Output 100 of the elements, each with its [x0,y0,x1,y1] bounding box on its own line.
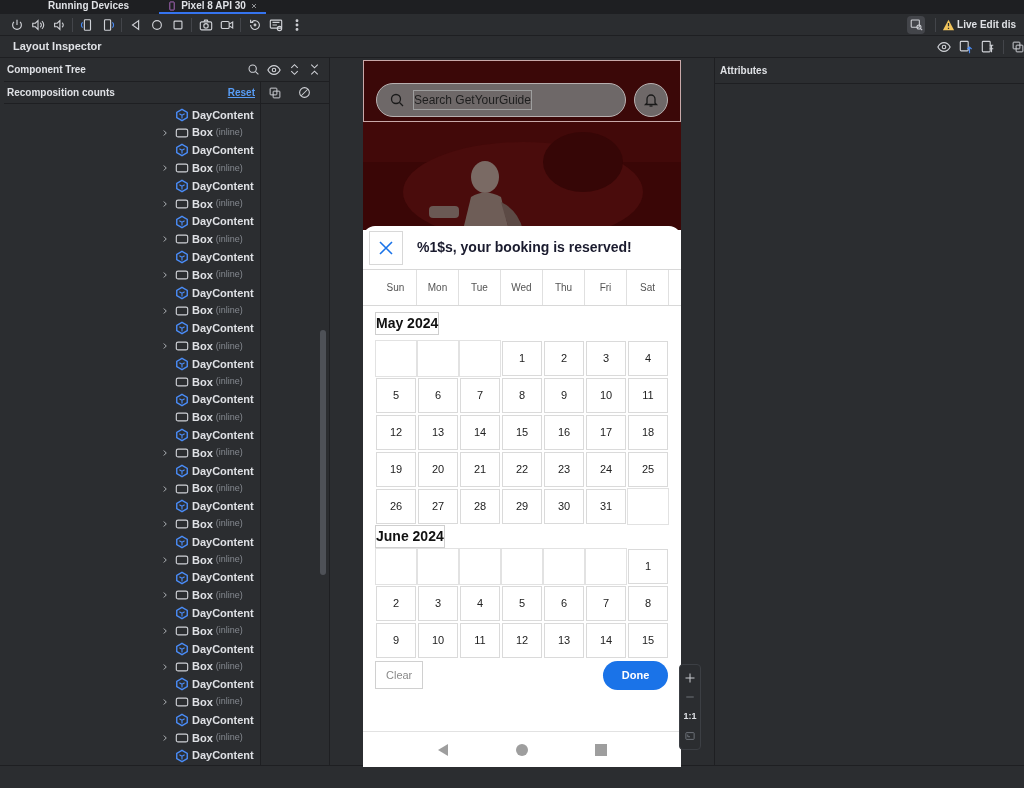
day-cell[interactable]: 11 [628,378,668,413]
zoom-in-icon[interactable] [684,671,696,684]
day-cell[interactable]: 25 [628,452,668,487]
day-cell[interactable]: 13 [544,623,584,658]
day-cell[interactable]: 6 [418,378,458,413]
day-cell[interactable]: 14 [460,415,500,450]
node-detail: (inline) [215,339,243,353]
day-cell[interactable]: 16 [544,415,584,450]
day-cell[interactable]: 20 [418,452,458,487]
power-icon[interactable] [9,17,24,32]
compose-icon [175,570,189,585]
home-icon[interactable] [149,17,164,32]
empty-day-cell [627,488,669,525]
day-cell[interactable]: 5 [376,378,416,413]
reset-link[interactable]: Reset [227,85,255,100]
nav-back-icon[interactable] [436,743,449,756]
scrollbar[interactable] [320,330,326,575]
day-cell[interactable]: 23 [544,452,584,487]
day-cell[interactable]: 11 [460,623,500,658]
day-cell[interactable]: 3 [586,341,626,376]
day-cell[interactable]: 31 [586,489,626,524]
eye-icon[interactable] [267,62,281,77]
layers-upload-icon[interactable] [959,39,973,54]
node-label: DayContent [192,143,254,159]
day-cell[interactable]: 10 [418,623,458,658]
camera-icon[interactable] [198,17,213,32]
eye-icon[interactable] [937,39,951,54]
compose-icon [175,107,189,122]
display-settings-icon[interactable] [268,17,283,32]
day-cell[interactable]: 29 [502,489,542,524]
node-label: DayContent [192,321,254,337]
day-cell[interactable]: 21 [460,452,500,487]
weekday-label: Thu [554,281,573,295]
phone-icon[interactable] [167,1,178,11]
overview-icon[interactable] [170,17,185,32]
node-detail: (inline) [215,303,243,317]
day-cell[interactable]: 7 [586,586,626,621]
day-cell[interactable]: 7 [460,378,500,413]
node-label: Box [192,481,213,497]
rotate-left-icon[interactable] [79,17,94,32]
day-cell[interactable]: 30 [544,489,584,524]
day-cell[interactable]: 15 [502,415,542,450]
collapse-icon[interactable] [308,63,321,76]
day-cell[interactable]: 8 [628,586,668,621]
day-cell[interactable]: 3 [418,586,458,621]
actual-size-button[interactable]: 1:1 [683,709,697,724]
reset-icon[interactable] [247,17,262,32]
day-cell[interactable]: 5 [502,586,542,621]
day-cell[interactable]: 6 [544,586,584,621]
notification-button[interactable] [634,83,668,117]
day-cell[interactable]: 22 [502,452,542,487]
done-button[interactable]: Done [603,660,668,690]
compose-icon [175,641,189,656]
box-icon [175,303,189,318]
day-cell[interactable]: 18 [628,415,668,450]
day-cell[interactable]: 19 [376,452,416,487]
device-tab[interactable]: Pixel 8 API 30 [159,0,266,14]
device-tab[interactable]: Running Devices [40,0,138,14]
nav-home-icon[interactable] [516,743,528,756]
volume-down-icon[interactable] [51,17,66,32]
layers-icon[interactable] [1012,39,1024,54]
copy-icon[interactable] [269,86,281,99]
day-cell[interactable]: 4 [628,341,668,376]
inspector-toggle-button[interactable] [907,15,926,34]
day-cell[interactable]: 4 [460,586,500,621]
expand-icon[interactable] [288,63,301,76]
node-detail: (inline) [215,446,243,460]
clear-button[interactable]: Clear [375,661,424,689]
day-cell[interactable]: 26 [376,489,416,524]
day-cell[interactable]: 15 [628,623,668,658]
box-icon [175,730,189,745]
day-cell[interactable]: 9 [376,623,416,658]
close-icon[interactable] [249,2,258,10]
day-cell[interactable]: 12 [502,623,542,658]
day-cell[interactable]: 1 [628,549,668,584]
day-cell[interactable]: 1 [502,341,542,376]
close-button[interactable] [369,230,403,265]
volume-up-icon[interactable] [30,17,45,32]
nav-recents-icon[interactable] [595,743,608,756]
node-detail: (inline) [215,410,243,424]
day-cell[interactable]: 13 [418,415,458,450]
fit-screen-icon[interactable] [684,730,696,743]
day-cell[interactable]: 8 [502,378,542,413]
search-icon[interactable] [247,63,260,76]
tree-export-icon[interactable] [981,39,995,54]
day-cell[interactable]: 9 [544,378,584,413]
day-cell[interactable]: 2 [544,341,584,376]
compose-icon [175,499,189,514]
node-label: Box [192,161,213,177]
live-edit-status[interactable]: Live Edit dis [942,17,1016,32]
day-cell[interactable]: 27 [418,489,458,524]
day-cell[interactable]: 17 [586,415,626,450]
day-cell[interactable]: 2 [376,586,416,621]
day-cell[interactable]: 28 [460,489,500,524]
clear-icon[interactable] [298,86,311,99]
day-cell[interactable]: 14 [586,623,626,658]
day-cell[interactable]: 12 [376,415,416,450]
day-cell[interactable]: 10 [586,378,626,413]
day-cell[interactable]: 24 [586,452,626,487]
node-label: Box [192,588,213,604]
